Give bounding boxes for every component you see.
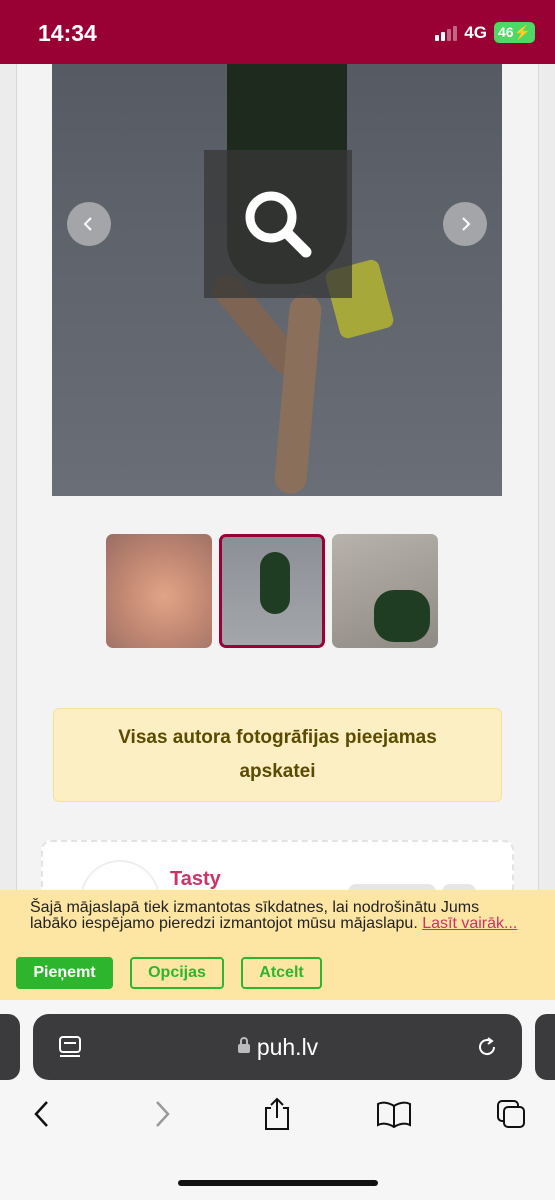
url-text: puh.lv bbox=[256, 1033, 319, 1060]
browser-chrome: puh.lv bbox=[0, 1000, 555, 1200]
thumbnail-strip bbox=[106, 534, 438, 648]
next-photo-button[interactable] bbox=[443, 202, 487, 246]
cookie-options-button[interactable]: Opcijas bbox=[130, 957, 224, 989]
prev-photo-button[interactable] bbox=[67, 202, 111, 246]
thumbnail-figure bbox=[374, 590, 430, 642]
address-bar[interactable]: puh.lv bbox=[33, 1014, 522, 1080]
page-menu-icon[interactable] bbox=[57, 1034, 83, 1065]
profile-name[interactable]: Tasty bbox=[170, 868, 221, 891]
tabs-icon[interactable] bbox=[491, 1092, 531, 1136]
next-tab-peek[interactable] bbox=[535, 1014, 555, 1080]
thumbnail-3[interactable] bbox=[332, 534, 438, 648]
battery-level: 46 bbox=[497, 24, 514, 40]
chevron-left-icon bbox=[83, 217, 92, 231]
home-indicator bbox=[178, 1180, 378, 1186]
lock-icon bbox=[237, 1036, 251, 1059]
zoom-button[interactable] bbox=[204, 150, 352, 298]
forward-icon[interactable] bbox=[142, 1092, 182, 1136]
cookie-text: Šajā mājaslapā tiek izmantotas sīkdatnes… bbox=[30, 900, 525, 932]
photos-available-notice: Visas autora fotogrāfijas pieejamas apsk… bbox=[53, 708, 502, 802]
status-time: 14:34 bbox=[38, 20, 97, 46]
thumbnail-2[interactable] bbox=[219, 534, 325, 648]
thumbnail-1[interactable] bbox=[106, 534, 212, 648]
cookie-buttons: Pieņemt Opcijas Atcelt bbox=[16, 957, 322, 989]
reload-icon[interactable] bbox=[474, 1034, 500, 1065]
cookie-banner: Šajā mājaslapā tiek izmantotas sīkdatnes… bbox=[0, 890, 555, 1000]
network-type: 4G bbox=[464, 22, 487, 42]
bookmarks-icon[interactable] bbox=[374, 1092, 414, 1136]
status-bar: 14:34 4G 46⚡ bbox=[0, 0, 555, 64]
status-indicators: 4G 46⚡ bbox=[435, 22, 535, 43]
battery-icon: 46⚡ bbox=[493, 22, 535, 43]
signal-icon bbox=[435, 25, 458, 41]
read-more-link[interactable]: Lasīt vairāk... bbox=[422, 915, 517, 932]
accept-cookies-button[interactable]: Pieņemt bbox=[16, 957, 113, 989]
thumbnail-figure bbox=[260, 552, 290, 614]
chevron-right-icon bbox=[462, 217, 471, 231]
back-icon[interactable] bbox=[22, 1092, 62, 1136]
search-icon bbox=[245, 191, 312, 258]
share-icon[interactable] bbox=[257, 1092, 297, 1136]
notice-text: Visas autora fotogrāfijas pieejamas apsk… bbox=[118, 727, 437, 782]
cancel-cookies-button[interactable]: Atcelt bbox=[241, 957, 322, 989]
previous-tab-peek[interactable] bbox=[0, 1014, 20, 1080]
cookie-message: Šajā mājaslapā tiek izmantotas sīkdatnes… bbox=[30, 899, 480, 932]
